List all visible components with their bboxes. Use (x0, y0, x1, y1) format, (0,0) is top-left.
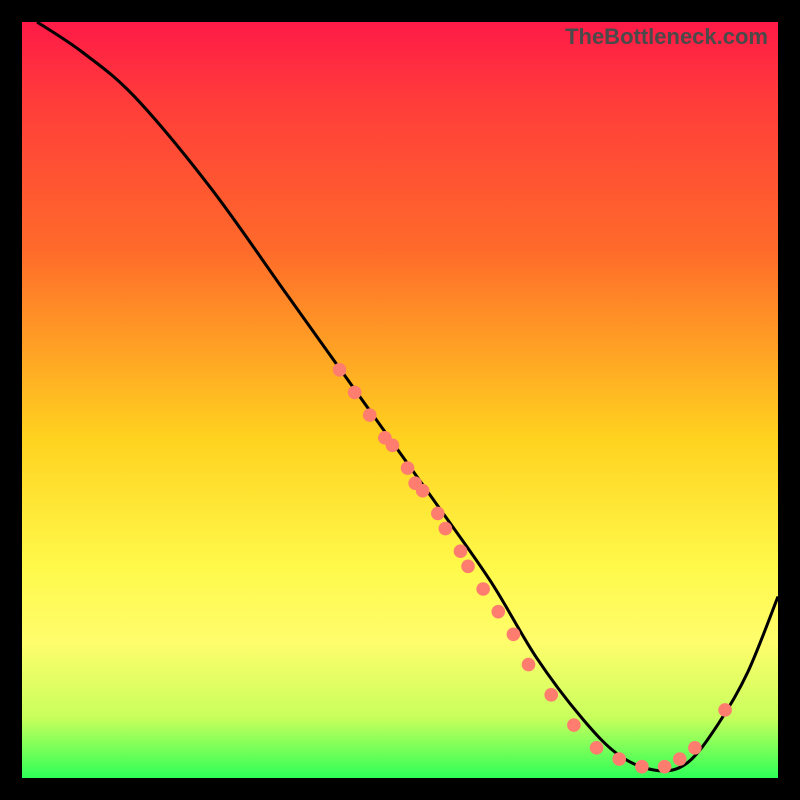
highlight-dot (507, 628, 521, 642)
highlight-dot (491, 605, 505, 619)
chart-plot-area: TheBottleneck.com (22, 22, 778, 778)
highlight-dot (431, 507, 445, 521)
highlight-dot (658, 760, 672, 774)
highlight-dot (612, 752, 626, 766)
highlight-dot (544, 688, 558, 702)
highlight-dot (718, 703, 732, 717)
chart-svg (22, 22, 778, 778)
highlight-dot (590, 741, 604, 755)
highlight-dot (333, 363, 347, 377)
highlight-dot (688, 741, 702, 755)
highlight-dot (673, 752, 687, 766)
highlight-dot (363, 408, 377, 422)
highlight-dot (635, 760, 649, 774)
highlight-dots-group (333, 363, 732, 774)
highlight-dot (439, 522, 453, 536)
highlight-dot (454, 544, 468, 558)
highlight-dot (386, 439, 400, 453)
bottleneck-curve (37, 22, 778, 771)
highlight-dot (522, 658, 536, 672)
highlight-dot (476, 582, 490, 596)
attribution-text: TheBottleneck.com (565, 24, 768, 50)
highlight-dot (401, 461, 415, 475)
highlight-dot (461, 560, 475, 574)
chart-outer: TheBottleneck.com (0, 0, 800, 800)
highlight-dot (416, 484, 430, 498)
highlight-dot (348, 386, 362, 400)
highlight-dot (567, 718, 581, 732)
